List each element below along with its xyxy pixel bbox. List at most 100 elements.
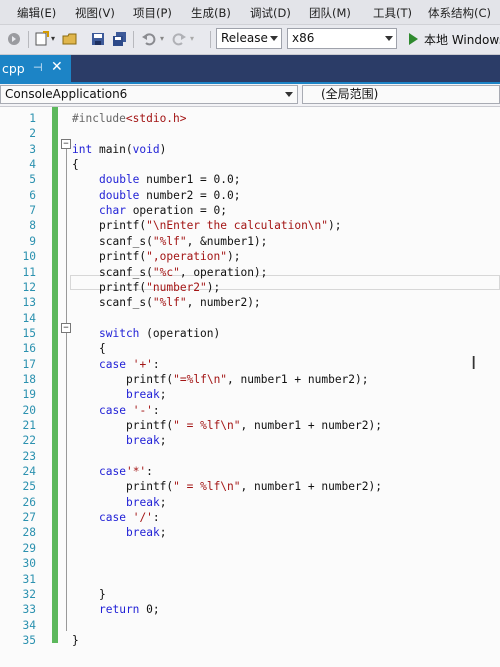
code-text: printf("=%lf\n", number1 + number2); bbox=[126, 372, 369, 386]
menu-edit[interactable]: 编辑(E) bbox=[17, 5, 56, 21]
code-line[interactable]: 3 int main(void) bbox=[0, 142, 500, 157]
code-line[interactable]: 2 bbox=[0, 126, 500, 141]
menu-build[interactable]: 生成(B) bbox=[191, 5, 231, 21]
code-text: { bbox=[72, 158, 79, 172]
code-line[interactable]: 29 bbox=[0, 541, 500, 556]
code-line[interactable]: 22 break; bbox=[0, 433, 500, 448]
save-all-icon[interactable] bbox=[112, 31, 128, 47]
close-icon[interactable]: ✕ bbox=[51, 59, 63, 75]
start-debugging-button[interactable]: 本地 Windows bbox=[424, 31, 500, 48]
code-line[interactable]: 12 printf("number2"); bbox=[0, 280, 500, 295]
code-line[interactable]: 18 printf("=%lf\n", number1 + number2); bbox=[0, 372, 500, 387]
code-line[interactable]: 7 char operation = 0; bbox=[0, 203, 500, 218]
code-line[interactable]: 15 switch (operation) bbox=[0, 326, 500, 341]
code-line[interactable]: 13 scanf_s("%lf", number2); bbox=[0, 295, 500, 310]
code-editor[interactable]: − − 1 #include<stdio.h> 2 3 int main(void) 4{… bbox=[0, 107, 500, 667]
code-line[interactable]: 25 printf(" = %lf\n", number1 + number2); bbox=[0, 479, 500, 494]
code-text: scanf_s("%lf", &number1); bbox=[99, 234, 268, 248]
platform-select[interactable]: x86 bbox=[287, 28, 397, 49]
toolbar-separator bbox=[28, 31, 29, 48]
code-line[interactable]: 19 break; bbox=[0, 387, 500, 402]
tab-source-file[interactable]: cpp ⊣ ✕ bbox=[0, 55, 71, 82]
new-project-icon[interactable] bbox=[34, 31, 50, 47]
open-file-icon[interactable] bbox=[62, 31, 78, 47]
menu-architecture[interactable]: 体系结构(C) bbox=[428, 5, 491, 21]
code-line[interactable]: 9 scanf_s("%lf", &number1); bbox=[0, 234, 500, 249]
code-line[interactable]: 4{ bbox=[0, 157, 500, 172]
line-number: 3 bbox=[29, 142, 36, 156]
code-line[interactable]: 1 #include<stdio.h> bbox=[0, 111, 500, 126]
configuration-select[interactable]: Release bbox=[216, 28, 282, 49]
scope-select[interactable]: (全局范围) bbox=[302, 85, 500, 104]
project-select[interactable]: ConsoleApplication6 bbox=[0, 85, 298, 104]
code-text: } bbox=[72, 633, 79, 647]
code-line[interactable]: 33 return 0; bbox=[0, 602, 500, 617]
dropdown-arrow-icon[interactable]: ▾ bbox=[190, 34, 194, 43]
code-text: } bbox=[99, 587, 106, 601]
menu-team[interactable]: 团队(M) bbox=[309, 5, 351, 21]
code-line[interactable]: 27 case '/': bbox=[0, 510, 500, 525]
code-line[interactable]: 28 break; bbox=[0, 525, 500, 540]
code-line[interactable]: 34 bbox=[0, 618, 500, 633]
code-line[interactable]: 6 double number2 = 0.0; bbox=[0, 188, 500, 203]
code-text: double number1 = 0.0; bbox=[99, 173, 241, 187]
code-line[interactable]: 30 bbox=[0, 556, 500, 571]
code-line[interactable]: 26 break; bbox=[0, 495, 500, 510]
code-text: switch (operation) bbox=[99, 326, 221, 340]
code-line[interactable]: 23 bbox=[0, 449, 500, 464]
line-number: 25 bbox=[22, 480, 36, 494]
code-line[interactable]: 31 bbox=[0, 572, 500, 587]
line-number: 4 bbox=[29, 158, 36, 172]
code-text: char operation = 0; bbox=[99, 204, 227, 218]
line-number: 14 bbox=[22, 311, 36, 325]
code-text: #include<stdio.h> bbox=[72, 112, 187, 125]
line-number: 12 bbox=[22, 280, 36, 294]
line-number: 11 bbox=[22, 265, 36, 279]
navigate-forward-icon[interactable] bbox=[6, 31, 22, 47]
redo-icon[interactable] bbox=[171, 31, 187, 47]
code-line[interactable]: 8 printf("\nEnter the calculation\n"); bbox=[0, 218, 500, 233]
code-text: printf("number2"); bbox=[99, 280, 221, 294]
menu-view[interactable]: 视图(V) bbox=[75, 5, 115, 21]
code-text: break; bbox=[126, 526, 167, 540]
line-number: 7 bbox=[29, 204, 36, 218]
code-text: case '+': bbox=[99, 357, 160, 371]
code-line[interactable]: 14 bbox=[0, 311, 500, 326]
undo-icon[interactable] bbox=[141, 31, 157, 47]
code-text: case '-': bbox=[99, 403, 160, 417]
code-line[interactable]: 32} bbox=[0, 587, 500, 602]
line-number: 2 bbox=[29, 127, 36, 141]
dropdown-arrow-icon[interactable]: ▾ bbox=[160, 34, 164, 43]
line-number: 9 bbox=[29, 234, 36, 248]
code-line[interactable]: 16 { bbox=[0, 341, 500, 356]
code-text: { bbox=[99, 342, 106, 356]
code-text: scanf_s("%c", operation); bbox=[99, 265, 268, 279]
code-line[interactable]: 10 printf(",operation"); bbox=[0, 249, 500, 264]
code-line[interactable]: 5 double number1 = 0.0; bbox=[0, 172, 500, 187]
save-icon[interactable] bbox=[90, 31, 106, 47]
code-line[interactable]: 35} bbox=[0, 633, 500, 648]
dropdown-arrow-icon[interactable]: ▾ bbox=[51, 34, 55, 43]
chevron-down-icon bbox=[285, 92, 293, 97]
pin-icon[interactable]: ⊣ bbox=[33, 61, 43, 74]
line-number: 8 bbox=[29, 219, 36, 233]
code-text: int main(void) bbox=[72, 142, 167, 156]
code-line[interactable]: 21 printf(" = %lf\n", number1 + number2); bbox=[0, 418, 500, 433]
code-text: break; bbox=[126, 495, 167, 509]
platform-value: x86 bbox=[292, 31, 315, 45]
menu-tools[interactable]: 工具(T) bbox=[373, 5, 412, 21]
code-line[interactable]: 24 case'*': bbox=[0, 464, 500, 479]
toolbar-separator bbox=[210, 31, 211, 48]
line-number: 13 bbox=[22, 296, 36, 310]
code-line[interactable]: 20 case '-': bbox=[0, 403, 500, 418]
start-debugging-icon[interactable] bbox=[409, 33, 418, 45]
code-text: scanf_s("%lf", number2); bbox=[99, 296, 261, 310]
scope-name: (全局范围) bbox=[321, 87, 379, 101]
line-number: 5 bbox=[29, 173, 36, 187]
menu-debug[interactable]: 调试(D) bbox=[250, 5, 291, 21]
code-line[interactable]: 17 case '+': bbox=[0, 357, 500, 372]
code-text: case '/': bbox=[99, 511, 160, 525]
menu-project[interactable]: 项目(P) bbox=[133, 5, 172, 21]
toolbar-separator bbox=[133, 31, 134, 48]
code-line[interactable]: 11 scanf_s("%c", operation); bbox=[0, 265, 500, 280]
